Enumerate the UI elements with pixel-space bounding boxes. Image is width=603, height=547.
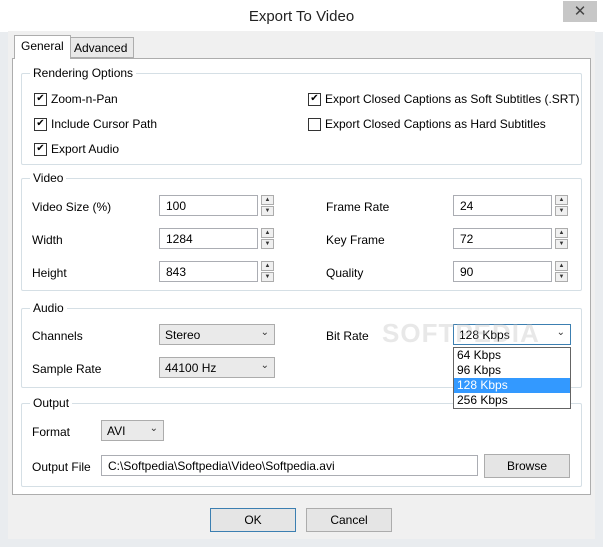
- format-value: AVI: [107, 424, 126, 438]
- cancel-button[interactable]: Cancel: [306, 508, 392, 532]
- audio-title: Audio: [30, 301, 67, 315]
- width-input[interactable]: 1284: [159, 228, 258, 249]
- check-icon: ✔: [34, 117, 47, 131]
- zoom-n-pan-label: Zoom-n-Pan: [51, 92, 118, 106]
- key-frame-input[interactable]: 72: [453, 228, 552, 249]
- output-file-input[interactable]: C:\Softpedia\Softpedia\Video\Softpedia.a…: [101, 455, 478, 476]
- bit-rate-select[interactable]: 128 Kbps ⌄: [453, 324, 571, 345]
- chevron-down-icon: ⌄: [149, 423, 158, 434]
- close-button[interactable]: ✕: [563, 1, 597, 22]
- bit-rate-label: Bit Rate: [326, 329, 369, 343]
- export-audio-checkbox[interactable]: ✔ Export Audio: [34, 142, 119, 156]
- bit-rate-option[interactable]: 256 Kbps: [454, 393, 570, 408]
- video-size-spinner[interactable]: ▲ ▼: [261, 195, 274, 216]
- triangle-up-icon[interactable]: ▲: [555, 195, 568, 205]
- check-icon: ✔: [34, 142, 47, 156]
- bit-rate-option-selected[interactable]: 128 Kbps: [454, 378, 570, 393]
- height-spinner[interactable]: ▲ ▼: [261, 261, 274, 282]
- export-to-video-window: Export To Video ✕ General Advanced Rende…: [0, 0, 603, 547]
- unchecked-box-icon: [308, 117, 321, 131]
- triangle-up-icon[interactable]: ▲: [555, 261, 568, 271]
- ok-button[interactable]: OK: [210, 508, 296, 532]
- browse-button[interactable]: Browse: [484, 454, 570, 478]
- channels-select[interactable]: Stereo ⌄: [159, 324, 275, 345]
- triangle-down-icon[interactable]: ▼: [261, 239, 274, 249]
- frame-rate-label: Frame Rate: [326, 200, 390, 214]
- triangle-up-icon[interactable]: ▲: [261, 261, 274, 271]
- chevron-down-icon: ⌄: [260, 360, 269, 371]
- video-size-input[interactable]: 100: [159, 195, 258, 216]
- channels-label: Channels: [32, 329, 83, 343]
- height-label: Height: [32, 266, 67, 280]
- output-file-label: Output File: [32, 460, 91, 474]
- title-bar: Export To Video ✕: [0, 0, 603, 32]
- tab-advanced[interactable]: Advanced: [67, 37, 135, 58]
- sample-rate-select[interactable]: 44100 Hz ⌄: [159, 357, 275, 378]
- chevron-down-icon: ⌄: [260, 327, 269, 338]
- rendering-options-title: Rendering Options: [30, 66, 137, 80]
- tab-general-label: General: [21, 39, 64, 53]
- include-cursor-path-label: Include Cursor Path: [51, 117, 158, 131]
- triangle-down-icon[interactable]: ▼: [555, 272, 568, 282]
- video-size-label: Video Size (%): [32, 200, 112, 214]
- sample-rate-value: 44100 Hz: [165, 361, 217, 375]
- key-frame-spinner[interactable]: ▲ ▼: [555, 228, 568, 249]
- triangle-down-icon[interactable]: ▼: [261, 206, 274, 216]
- triangle-down-icon[interactable]: ▼: [555, 206, 568, 216]
- export-audio-label: Export Audio: [51, 142, 120, 156]
- close-icon: ✕: [573, 3, 587, 20]
- output-title: Output: [30, 396, 73, 410]
- quality-input[interactable]: 90: [453, 261, 552, 282]
- triangle-up-icon[interactable]: ▲: [261, 195, 274, 205]
- sample-rate-label: Sample Rate: [32, 362, 102, 376]
- height-input[interactable]: 843: [159, 261, 258, 282]
- tab-advanced-label: Advanced: [74, 41, 128, 55]
- triangle-down-icon[interactable]: ▼: [555, 239, 568, 249]
- channels-value: Stereo: [165, 328, 201, 342]
- bit-rate-dropdown-list: 64 Kbps 96 Kbps 128 Kbps 256 Kbps: [453, 347, 571, 409]
- quality-label: Quality: [326, 266, 364, 280]
- hard-subtitles-checkbox[interactable]: Export Closed Captions as Hard Subtitles: [308, 117, 546, 131]
- format-select[interactable]: AVI ⌄: [101, 420, 164, 441]
- key-frame-label: Key Frame: [326, 233, 385, 247]
- width-label: Width: [32, 233, 63, 247]
- zoom-n-pan-checkbox[interactable]: ✔ Zoom-n-Pan: [34, 92, 118, 106]
- hard-subtitles-label: Export Closed Captions as Hard Subtitles: [325, 117, 546, 131]
- soft-subtitles-checkbox[interactable]: ✔ Export Closed Captions as Soft Subtitle…: [308, 92, 580, 106]
- chevron-down-icon: ⌄: [556, 327, 565, 338]
- triangle-up-icon[interactable]: ▲: [555, 228, 568, 238]
- triangle-down-icon[interactable]: ▼: [261, 272, 274, 282]
- window-title: Export To Video: [248, 8, 355, 25]
- check-icon: ✔: [34, 92, 47, 106]
- format-label: Format: [32, 425, 71, 439]
- quality-spinner[interactable]: ▲ ▼: [555, 261, 568, 282]
- frame-rate-input[interactable]: 24: [453, 195, 552, 216]
- check-icon: ✔: [308, 92, 321, 106]
- rendering-options-group: Rendering Options ✔ Zoom-n-Pan ✔ Include C…: [21, 66, 582, 165]
- triangle-up-icon[interactable]: ▲: [261, 228, 274, 238]
- tab-general[interactable]: General: [14, 35, 71, 59]
- bit-rate-option[interactable]: 96 Kbps: [454, 363, 570, 378]
- frame-rate-spinner[interactable]: ▲ ▼: [555, 195, 568, 216]
- width-spinner[interactable]: ▲ ▼: [261, 228, 274, 249]
- bit-rate-option[interactable]: 64 Kbps: [454, 348, 570, 363]
- video-title: Video: [30, 171, 67, 185]
- include-cursor-path-checkbox[interactable]: ✔ Include Cursor Path: [34, 117, 157, 131]
- bit-rate-value: 128 Kbps: [459, 328, 510, 342]
- soft-subtitles-label: Export Closed Captions as Soft Subtitles…: [325, 92, 580, 106]
